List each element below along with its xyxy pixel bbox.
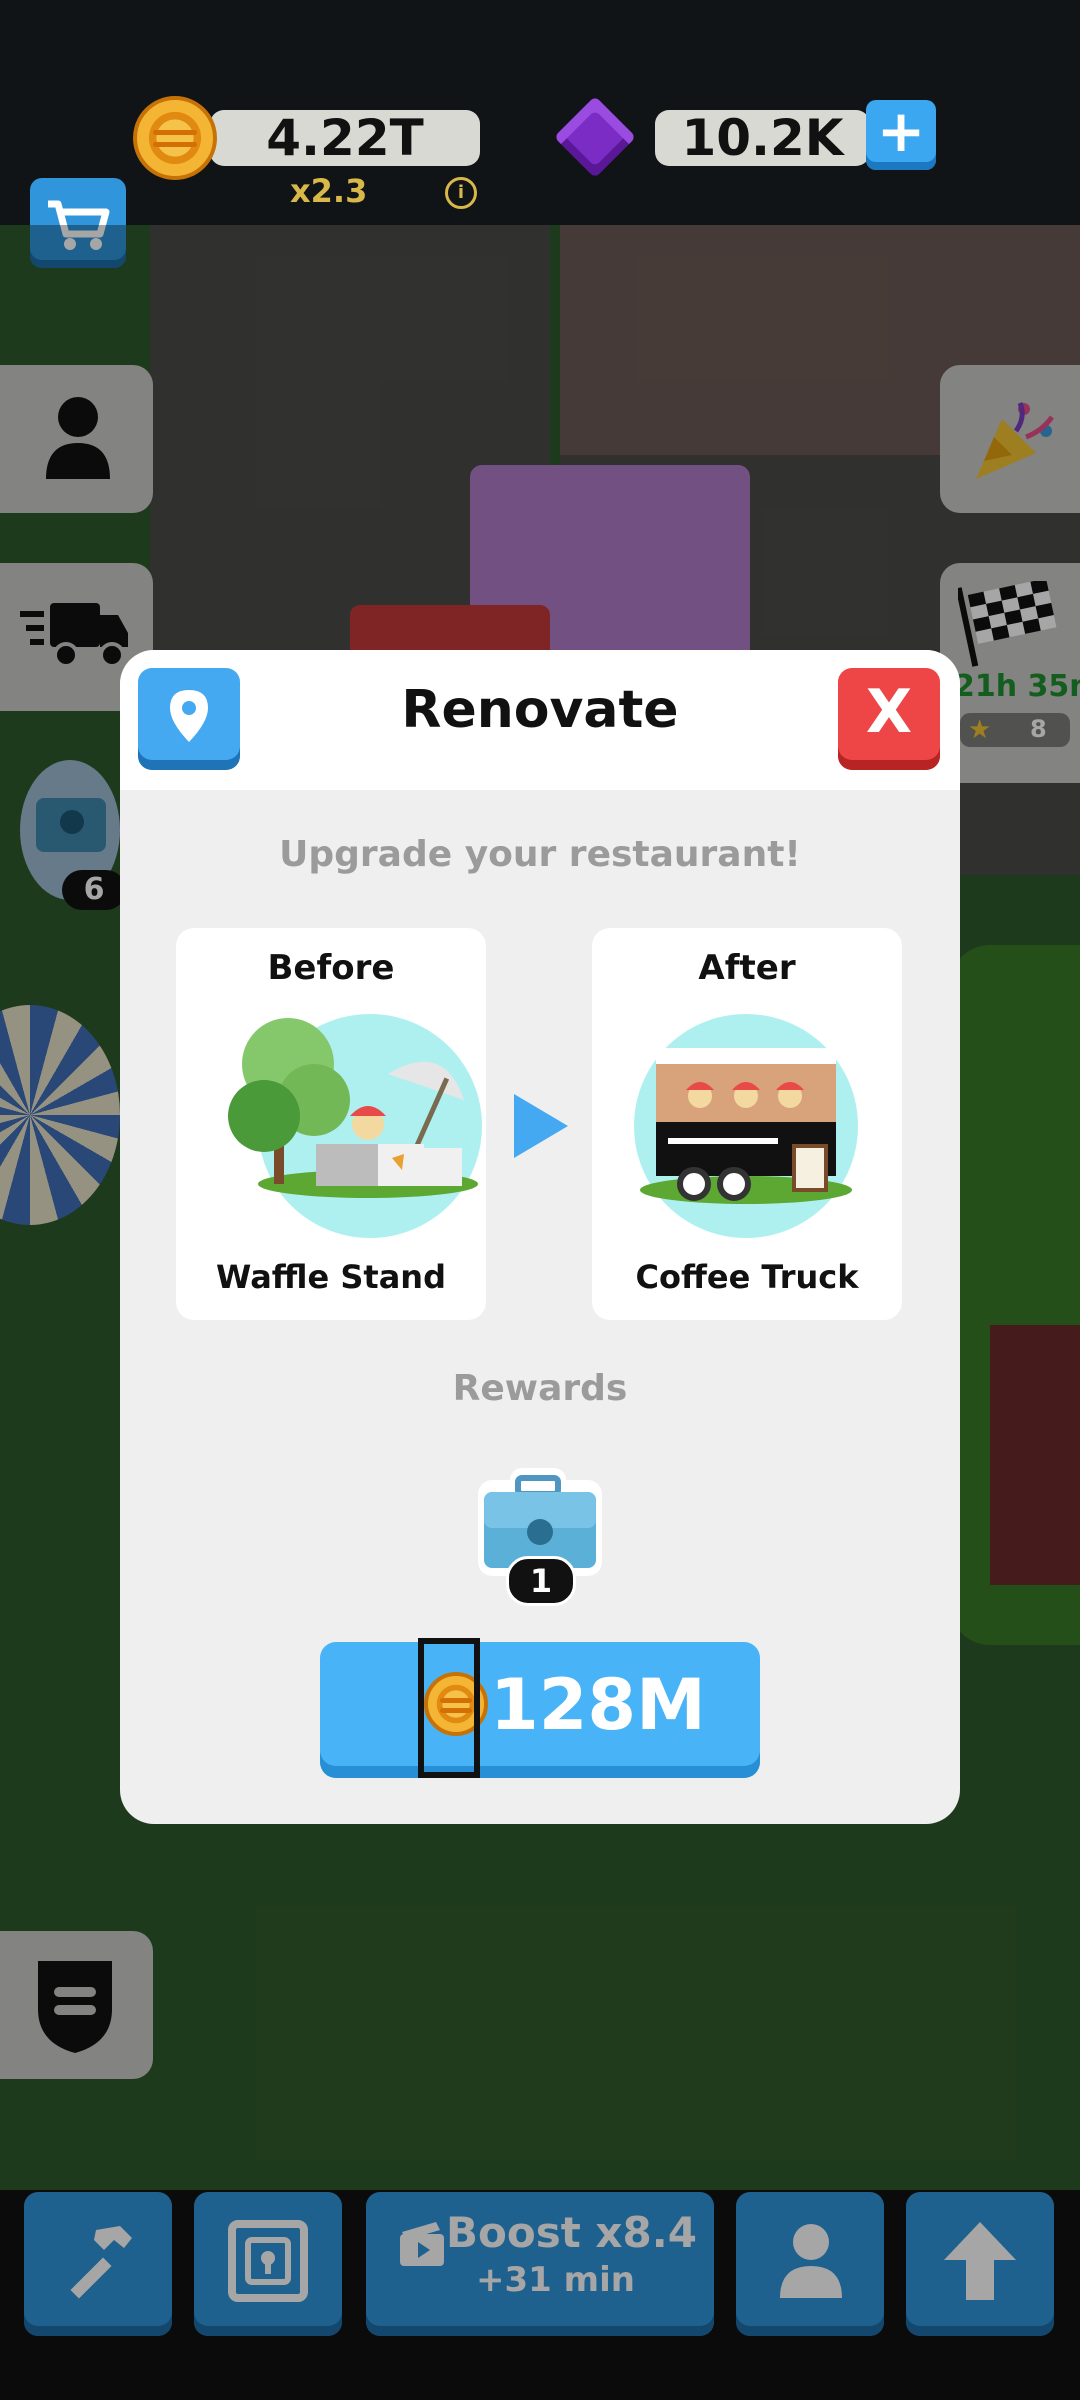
waffle-stand-image [228,1014,482,1238]
highlight-box [418,1638,480,1778]
after-label: After [698,948,796,988]
gem-pill: 10.2K [655,110,870,166]
after-card: After Coffee Truck [592,928,902,1320]
before-card: Before Waffle Stand [176,928,486,1320]
renovate-cost: 128M [490,1664,706,1746]
coin-pill: 4.22T [210,110,480,166]
renovate-buy-button[interactable]: 128M [320,1638,760,1778]
dialog-title: Renovate [401,680,679,740]
coin-multiplier: x2.3 [290,172,368,210]
renovate-dialog: Renovate X Upgrade your restaurant! Befo… [120,650,960,1824]
rewards-label: Rewards [452,1368,628,1409]
gem-amount: 10.2K [655,110,870,166]
play-arrow-icon [514,1094,568,1158]
status-bar: 4.22T x2.3 i 10.2K + [0,0,1080,225]
before-name: Waffle Stand [216,1258,446,1296]
coin-icon [133,96,217,180]
coin-amount: 4.22T [210,110,480,166]
reward-count-badge: 1 [506,1556,576,1606]
gem-icon [553,95,637,179]
close-button[interactable]: X [838,668,940,770]
coffee-truck-image [634,1014,858,1238]
add-gems-button[interactable]: + [866,100,936,170]
dialog-subtitle: Upgrade your restaurant! [279,834,801,875]
info-icon[interactable]: i [445,177,477,209]
before-label: Before [267,948,395,988]
after-name: Coffee Truck [635,1258,859,1296]
